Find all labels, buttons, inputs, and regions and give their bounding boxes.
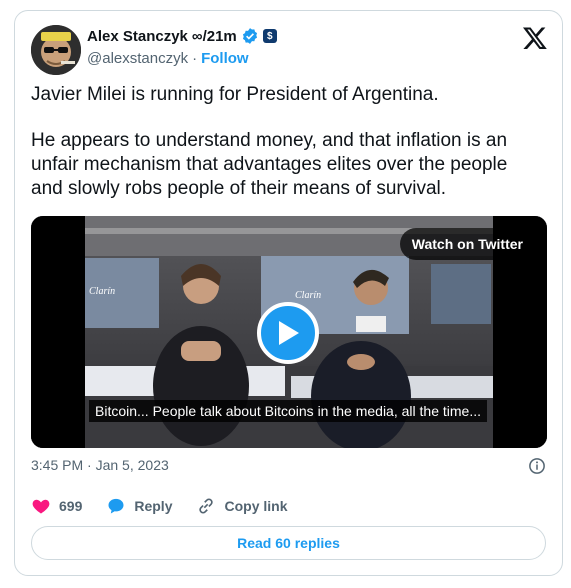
tweet-paragraph: Javier Milei is running for President of…: [31, 84, 439, 105]
video-player[interactable]: Clarín Clarín Watch on Twitter Bitcoin..…: [31, 216, 547, 448]
info-icon[interactable]: [528, 457, 546, 475]
x-logo-icon[interactable]: [522, 25, 548, 51]
tv-logo-right: Clarín: [295, 290, 321, 301]
tweet-timestamp[interactable]: 3:45 PM · Jan 5, 2023: [31, 457, 169, 473]
link-icon: [199, 498, 214, 514]
copy-link-label: Copy link: [224, 498, 288, 514]
author-name-suffix: ∞/21m: [191, 27, 237, 45]
play-button[interactable]: [257, 302, 319, 364]
handle-row: @alexstanczyk · Follow: [87, 48, 277, 68]
handle-separator: ·: [192, 49, 198, 67]
author-name[interactable]: Alex Stanczyk: [87, 28, 188, 45]
tweet-date: Jan 5, 2023: [95, 457, 169, 473]
play-icon: [279, 321, 299, 345]
avatar[interactable]: [31, 25, 81, 75]
copy-link-button[interactable]: Copy link: [196, 496, 288, 516]
tv-logo-left: Clarín: [89, 286, 115, 297]
watch-on-twitter-button[interactable]: Watch on Twitter: [399, 228, 535, 260]
heart-icon: [32, 499, 50, 514]
tweet-paragraph: He appears to understand money, and that…: [31, 130, 508, 199]
like-button[interactable]: 699: [31, 496, 82, 516]
tweet-time: 3:45 PM: [31, 457, 84, 473]
timestamp-separator: ·: [87, 457, 92, 473]
author-handle[interactable]: @alexstanczyk: [87, 50, 188, 67]
follow-button[interactable]: Follow: [201, 50, 249, 67]
tweet-text: Javier Milei is running for President of…: [31, 83, 541, 223]
reply-button[interactable]: Reply: [106, 496, 172, 516]
author-name-row: Alex Stanczyk ∞/21m $: [87, 25, 277, 47]
affiliate-badge-icon: $: [262, 29, 277, 43]
read-replies-button[interactable]: Read 60 replies: [31, 526, 546, 560]
avatar-image: [31, 25, 81, 75]
verified-badge-icon: [242, 28, 257, 44]
reply-label: Reply: [134, 498, 173, 514]
reply-icon: [108, 498, 124, 514]
tweet-actions: 699 Reply Copy link: [31, 496, 312, 516]
video-caption: Bitcoin... People talk about Bitcoins in…: [89, 400, 487, 422]
author-block: Alex Stanczyk ∞/21m $ @alexstanczyk · Fo…: [87, 25, 277, 68]
like-count: 699: [59, 498, 83, 514]
tweet-card: Alex Stanczyk ∞/21m $ @alexstanczyk · Fo…: [14, 10, 563, 576]
